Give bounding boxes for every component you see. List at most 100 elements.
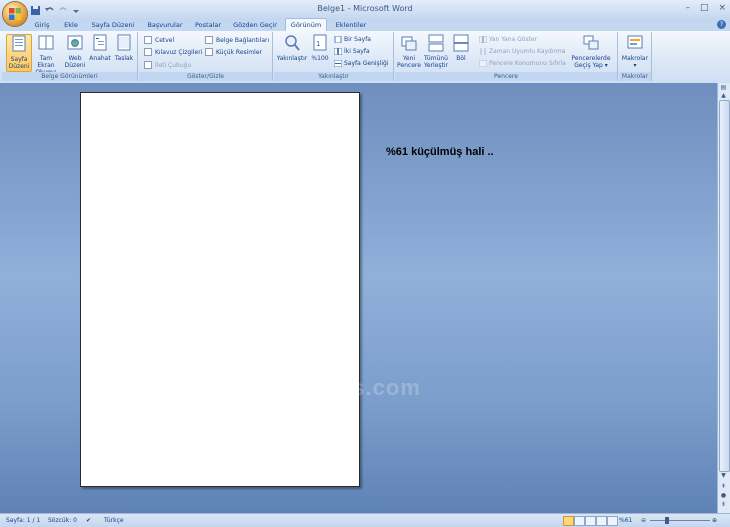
sayfa-genisligi-button[interactable]: Sayfa Genişliği bbox=[334, 60, 388, 67]
view-print-layout-icon[interactable] bbox=[563, 516, 574, 526]
outline-icon bbox=[93, 34, 107, 51]
zoom-slider-knob[interactable] bbox=[665, 517, 669, 524]
tab-gozden-gecir[interactable]: Gözden Geçir bbox=[229, 19, 281, 31]
cetvel-label: Cetvel bbox=[155, 36, 175, 44]
tab-ekle[interactable]: Ekle bbox=[58, 19, 84, 31]
group-label-yakinlastir: Yakınlaştır bbox=[274, 72, 393, 81]
title-bar: Belge1 - Microsoft Word – □ × bbox=[0, 0, 730, 18]
web-layout-icon bbox=[67, 35, 83, 50]
watermark-text: www.dijitalders.com bbox=[190, 375, 421, 400]
tumunu-yerlestir-button[interactable]: Tümünü Yerleştir bbox=[423, 34, 449, 69]
iki-sayfa-label: İki Sayfa bbox=[344, 48, 370, 55]
new-window-icon bbox=[401, 36, 417, 51]
minimize-button[interactable]: – bbox=[685, 3, 690, 13]
side-by-side-icon bbox=[479, 36, 487, 43]
close-button[interactable]: × bbox=[718, 3, 726, 13]
tab-basvurular[interactable]: Başvurular bbox=[142, 19, 188, 31]
bir-sayfa-button[interactable]: Bir Sayfa bbox=[334, 36, 371, 43]
group-makrolar: Makrolar ▾ Makrolar bbox=[619, 32, 652, 81]
iki-sayfa-button[interactable]: İki Sayfa bbox=[334, 48, 370, 55]
magnifier-icon bbox=[285, 35, 300, 51]
pencere-konumunu-sifirla-button: Pencere Konumunu Sıfırla bbox=[479, 60, 566, 67]
scrollbar-thumb[interactable] bbox=[719, 100, 730, 472]
anahat-button[interactable]: Anahat bbox=[88, 34, 112, 62]
tab-giris[interactable]: Giriş bbox=[30, 19, 54, 31]
ribbon-tabs: Giriş Ekle Sayfa Düzeni Başvurular Posta… bbox=[0, 18, 730, 31]
taslak-button[interactable]: Taslak bbox=[113, 34, 135, 62]
language-indicator[interactable]: Türkçe bbox=[104, 517, 124, 524]
browse-object-icon[interactable]: ● bbox=[719, 492, 728, 500]
pencerelerde-gecis-yap-button[interactable]: Pencerelerde Geçiş Yap ▾ bbox=[571, 34, 611, 69]
tab-eklentiler[interactable]: Eklentiler bbox=[332, 19, 370, 31]
belge-baglantilari-checkbox[interactable]: Belge Bağlantıları bbox=[205, 36, 269, 44]
view-full-screen-icon[interactable] bbox=[574, 516, 585, 526]
ileti-cubugu-checkbox: İleti Çubuğu bbox=[144, 61, 191, 69]
kucuk-resimler-label: Küçük Resimler bbox=[216, 48, 262, 56]
zoom-note-text: %61 küçülmüş hali .. bbox=[386, 146, 494, 158]
group-label-makrolar: Makrolar bbox=[619, 72, 651, 81]
kucuk-resimler-checkbox[interactable]: Küçük Resimler bbox=[205, 48, 262, 56]
zoom-in-icon[interactable]: ⊕ bbox=[712, 517, 717, 524]
pencerelerde-gecis-yap-label: Pencerelerde Geçiş Yap ▾ bbox=[571, 55, 611, 69]
next-page-icon[interactable]: ⇟ bbox=[719, 501, 728, 509]
kilavuz-cizgileri-label: Kılavuz Çizgileri bbox=[155, 48, 203, 56]
tumunu-yerlestir-label: Tümünü Yerleştir bbox=[424, 55, 448, 69]
word-count[interactable]: Sözcük: 0 bbox=[48, 517, 77, 524]
office-button[interactable] bbox=[3, 2, 27, 26]
draft-icon bbox=[117, 34, 131, 51]
switch-windows-icon bbox=[583, 35, 599, 50]
reset-window-position-icon bbox=[479, 60, 487, 67]
maximize-button[interactable]: □ bbox=[700, 3, 709, 13]
group-goster-gizle: Cetvel Kılavuz Çizgileri İleti Çubuğu Be… bbox=[139, 32, 273, 81]
yeni-pencere-button[interactable]: Yeni Pencere bbox=[397, 34, 421, 69]
makrolar-label: Makrolar ▾ bbox=[621, 55, 649, 69]
bol-button[interactable]: Böl bbox=[452, 34, 470, 62]
zoom-100-button[interactable]: 1 %100 bbox=[310, 34, 330, 62]
ileti-cubugu-label: İleti Çubuğu bbox=[155, 61, 192, 69]
zaman-uyumlu-kaydirma-button: Zaman Uyumlu Kaydırma bbox=[479, 48, 565, 55]
group-belge-gorunumleri: Sayfa Düzeni Tam Ekran Okuma Web Düzeni … bbox=[2, 32, 138, 81]
view-draft-icon[interactable] bbox=[607, 516, 618, 526]
pencere-konumunu-sifirla-label: Pencere Konumunu Sıfırla bbox=[489, 60, 566, 67]
cetvel-checkbox[interactable]: Cetvel bbox=[144, 36, 174, 44]
web-duzeni-label: Web Düzeni bbox=[64, 55, 86, 69]
yan-yana-goster-label: Yan Yana Göster bbox=[489, 36, 538, 43]
scroll-down-icon[interactable]: ▼ bbox=[719, 472, 728, 480]
yeni-pencere-label: Yeni Pencere bbox=[397, 55, 421, 69]
svg-text:1: 1 bbox=[316, 40, 320, 48]
vertical-scrollbar[interactable]: ▤ ▲ ▼ ⇞ ● ⇟ bbox=[717, 83, 730, 513]
tam-ekran-okuma-button[interactable]: Tam Ekran Okuma bbox=[32, 34, 60, 76]
ruler-toggle-icon[interactable]: ▤ bbox=[719, 84, 728, 92]
scroll-up-icon[interactable]: ▲ bbox=[719, 92, 728, 100]
tab-postalar[interactable]: Postalar bbox=[191, 19, 225, 31]
help-icon[interactable]: ? bbox=[717, 20, 726, 29]
yakinlastir-button[interactable]: Yakınlaştır bbox=[276, 34, 308, 62]
zaman-uyumlu-kaydirma-label: Zaman Uyumlu Kaydırma bbox=[489, 48, 566, 55]
group-label-belge-gorunumleri: Belge Görünümleri bbox=[2, 72, 137, 81]
group-yakinlastir: Yakınlaştır 1 %100 Bir Sayfa İki Sayfa S… bbox=[274, 32, 394, 81]
zoom-slider[interactable] bbox=[650, 520, 710, 521]
proofing-icon[interactable]: ✔ bbox=[86, 517, 91, 524]
kilavuz-cizgileri-checkbox[interactable]: Kılavuz Çizgileri bbox=[144, 48, 202, 56]
zoom-level[interactable]: %61 bbox=[619, 517, 632, 524]
page-count[interactable]: Sayfa: 1 / 1 bbox=[6, 517, 40, 524]
zoom-out-icon[interactable]: ⊖ bbox=[641, 517, 646, 524]
page-width-icon bbox=[334, 60, 342, 67]
tab-sayfa-duzeni[interactable]: Sayfa Düzeni bbox=[88, 19, 138, 31]
belge-baglantilari-label: Belge Bağlantıları bbox=[216, 36, 270, 44]
sayfa-duzeni-label: Sayfa Düzeni bbox=[8, 56, 30, 70]
sayfa-duzeni-button[interactable]: Sayfa Düzeni bbox=[6, 34, 32, 72]
web-duzeni-button[interactable]: Web Düzeni bbox=[64, 34, 86, 69]
view-outline-icon[interactable] bbox=[596, 516, 607, 526]
synchronous-scrolling-icon bbox=[480, 48, 486, 55]
taslak-label: Taslak bbox=[114, 55, 134, 62]
view-web-layout-icon[interactable] bbox=[585, 516, 596, 526]
makrolar-button[interactable]: Makrolar ▾ bbox=[620, 34, 650, 69]
previous-page-icon[interactable]: ⇞ bbox=[719, 483, 728, 491]
tab-gorunum[interactable]: Görünüm bbox=[285, 18, 327, 31]
document-page[interactable] bbox=[80, 92, 360, 487]
group-label-pencere: Pencere bbox=[395, 72, 617, 81]
one-page-icon bbox=[334, 36, 342, 43]
office-logo-icon bbox=[9, 8, 21, 20]
yakinlastir-label: Yakınlaştır bbox=[276, 55, 308, 62]
